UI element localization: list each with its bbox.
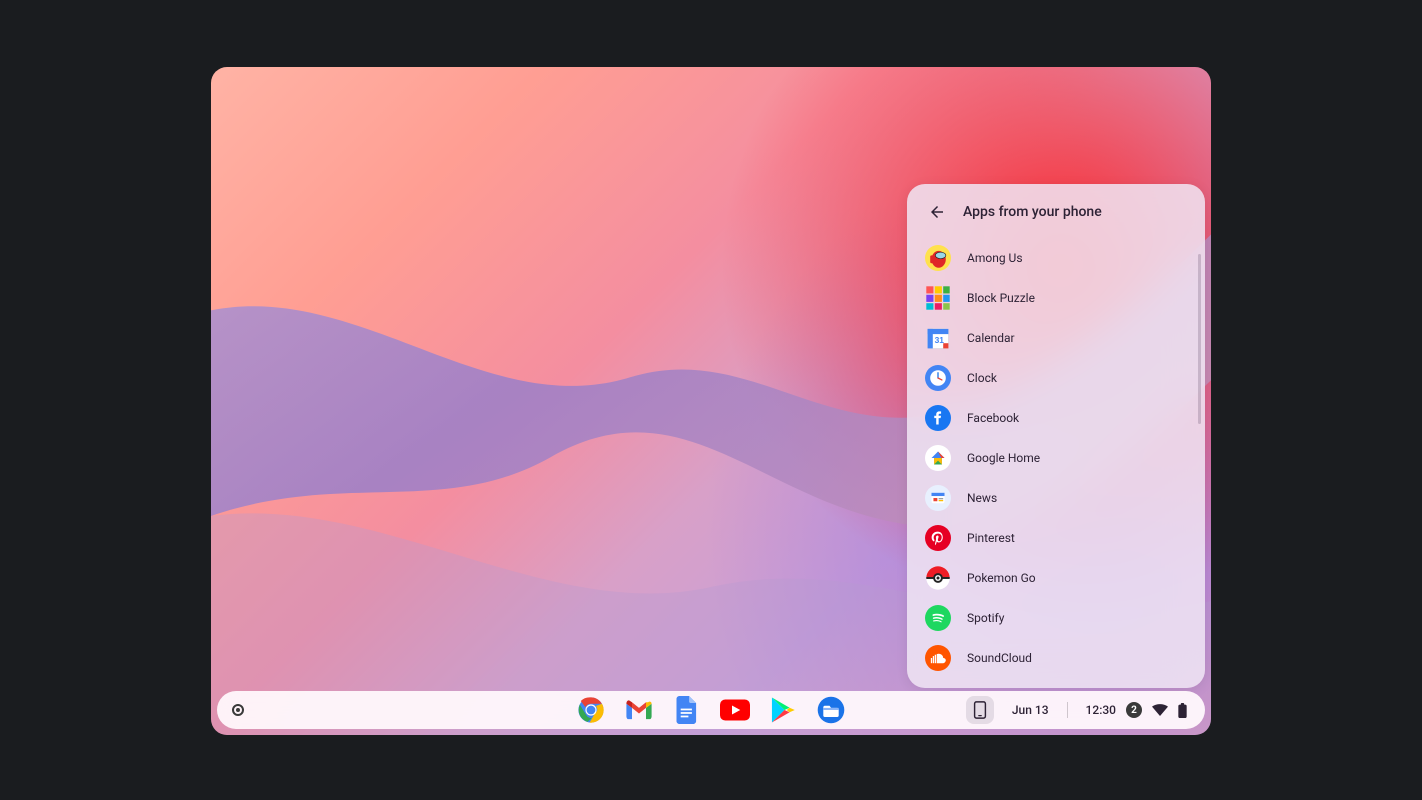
gmail-icon [625, 699, 653, 721]
phone-icon [973, 701, 987, 719]
panel-scrollbar[interactable] [1198, 254, 1201, 424]
google-home-icon [925, 445, 951, 471]
play-icon [770, 696, 796, 724]
phone-app-label: Block Puzzle [967, 291, 1035, 305]
desktop: Apps from your phone Among Us Block Puzz… [211, 67, 1211, 735]
phone-app-label: Calendar [967, 331, 1015, 345]
status-date: Jun 13 [1012, 703, 1049, 717]
spotify-icon [925, 605, 951, 631]
shelf-app-chrome[interactable] [577, 696, 605, 724]
shelf-pinned-apps [577, 696, 845, 724]
facebook-icon [925, 405, 951, 431]
phone-app-label: Clock [967, 371, 997, 385]
phone-app-soundcloud[interactable]: SoundCloud [907, 638, 1205, 678]
clock-icon [925, 365, 951, 391]
phone-app-block-puzzle[interactable]: Block Puzzle [907, 278, 1205, 318]
shelf-app-gmail[interactable] [625, 696, 653, 724]
status-time: 12:30 [1086, 703, 1116, 717]
shelf-app-play[interactable] [769, 696, 797, 724]
back-button[interactable] [925, 200, 949, 224]
phone-hub-button[interactable] [966, 696, 994, 724]
notification-badge: 2 [1126, 702, 1142, 718]
shelf-app-youtube[interactable] [721, 696, 749, 724]
calendar-icon: 31 [925, 325, 951, 351]
system-tray[interactable]: 12:30 2 [1076, 696, 1197, 724]
phone-apps-panel: Apps from your phone Among Us Block Puzz… [907, 184, 1205, 688]
shelf-app-docs[interactable] [673, 696, 701, 724]
arrow-left-icon [928, 203, 946, 221]
soundcloud-icon [925, 645, 951, 671]
panel-title: Apps from your phone [963, 204, 1102, 220]
files-icon [817, 696, 845, 724]
shelf-status-area: Jun 13 12:30 2 [966, 691, 1197, 729]
phone-app-spotify[interactable]: Spotify [907, 598, 1205, 638]
chrome-icon [577, 696, 605, 724]
svg-text:31: 31 [935, 335, 945, 345]
phone-app-list: Among Us Block Puzzle 31 Calendar Clock … [907, 234, 1205, 678]
shelf: Jun 13 12:30 2 [217, 691, 1205, 729]
docs-icon [676, 696, 698, 724]
phone-app-label: Among Us [967, 251, 1023, 265]
phone-app-label: SoundCloud [967, 651, 1032, 665]
phone-app-facebook[interactable]: Facebook [907, 398, 1205, 438]
phone-app-pokemon-go[interactable]: Pokemon Go [907, 558, 1205, 598]
among-us-icon [925, 245, 951, 271]
date-pill[interactable]: Jun 13 [1002, 696, 1059, 724]
phone-app-pinterest[interactable]: Pinterest [907, 518, 1205, 558]
wifi-icon [1152, 704, 1168, 716]
news-icon [925, 485, 951, 511]
phone-app-label: Facebook [967, 411, 1019, 425]
phone-app-clock[interactable]: Clock [907, 358, 1205, 398]
phone-app-label: Pokemon Go [967, 571, 1036, 585]
launcher-icon [232, 704, 244, 716]
phone-app-label: News [967, 491, 997, 505]
launcher-button[interactable] [227, 699, 249, 721]
phone-app-label: Google Home [967, 451, 1040, 465]
shelf-app-files[interactable] [817, 696, 845, 724]
phone-app-news[interactable]: News [907, 478, 1205, 518]
phone-app-label: Pinterest [967, 531, 1015, 545]
battery-icon [1178, 703, 1187, 718]
phone-app-google-home[interactable]: Google Home [907, 438, 1205, 478]
block-puzzle-icon [925, 285, 951, 311]
phone-app-calendar[interactable]: 31 Calendar [907, 318, 1205, 358]
phone-app-among-us[interactable]: Among Us [907, 238, 1205, 278]
separator [1067, 702, 1068, 718]
phone-app-label: Spotify [967, 611, 1004, 625]
pokemon-go-icon [925, 565, 951, 591]
panel-header: Apps from your phone [907, 184, 1205, 234]
youtube-icon [720, 699, 750, 721]
pinterest-icon [925, 525, 951, 551]
